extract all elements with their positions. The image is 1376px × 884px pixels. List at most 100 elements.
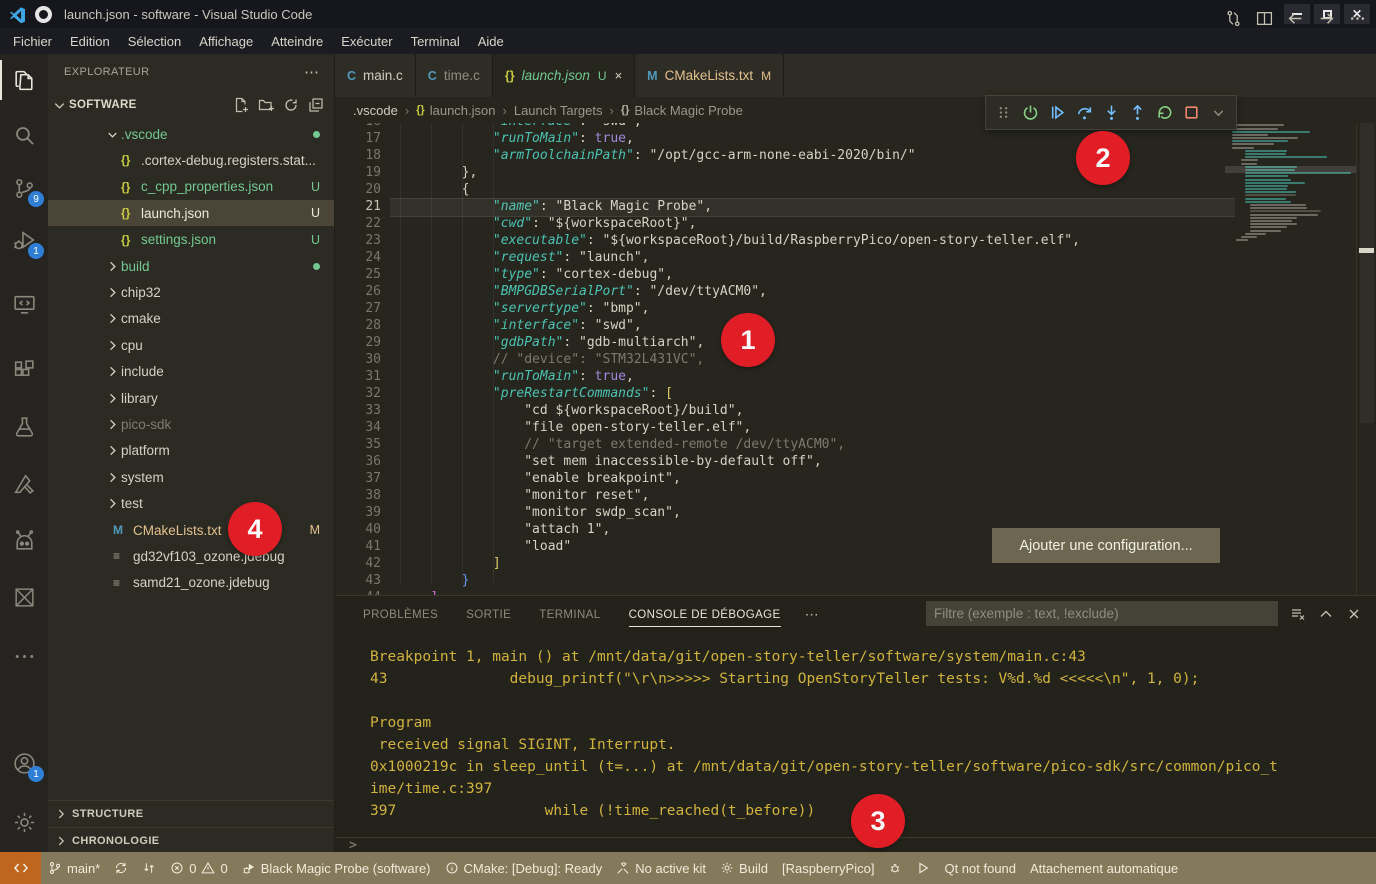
activity-more[interactable]	[0, 632, 48, 680]
debug-gripper-button[interactable]	[990, 99, 1017, 126]
breadcrumb-item[interactable]: {}Black Magic Probe	[621, 103, 743, 118]
tree-item-launch-json[interactable]: {}launch.jsonU	[48, 200, 334, 226]
breadcrumb-item[interactable]: .vscode	[353, 103, 398, 118]
tree-item-gd32vf103-ozone-jdebug[interactable]: ≡gd32vf103_ozone.jdebug	[48, 543, 334, 569]
status-bar: main* 00Black Magic Probe (software)CMake…	[0, 852, 1376, 884]
tab-close-icon[interactable]: ×	[615, 68, 623, 83]
panel-more-icon[interactable]: ⋯	[805, 606, 820, 623]
tab-main-c[interactable]: Cmain.c	[335, 54, 416, 97]
tree-item--cortex-debug-registers-stat-[interactable]: {}.cortex-debug.registers.stat...	[48, 147, 334, 173]
status-bug[interactable]	[881, 861, 909, 875]
tab-launch-json[interactable]: {}launch.jsonU×	[493, 54, 635, 97]
status-build[interactable]: Build	[713, 861, 775, 876]
tree-item-cpu[interactable]: cpu	[48, 332, 334, 358]
split-editor-icon[interactable]	[1256, 10, 1273, 27]
activity-run-debug[interactable]: 1	[0, 216, 48, 264]
panel-tab-probl-mes[interactable]: PROBLÈMES	[363, 596, 438, 633]
status-compare[interactable]	[135, 861, 163, 875]
debug-console-input[interactable]: >	[335, 837, 1376, 853]
navigate-back-icon[interactable]	[1287, 10, 1304, 27]
add-configuration-button[interactable]: Ajouter une configuration...	[992, 528, 1220, 563]
menu-slection[interactable]: Sélection	[119, 31, 190, 52]
panel-tab-console-de-d-bogage[interactable]: CONSOLE DE DÉBOGAGE	[629, 596, 781, 633]
tree-item-chip32[interactable]: chip32	[48, 279, 334, 305]
tree-item-pico-sdk[interactable]: pico-sdk	[48, 411, 334, 437]
debug-step-over-button[interactable]	[1071, 99, 1098, 126]
status-qt-not-found[interactable]: Qt not found	[937, 861, 1023, 876]
activity-installer-box[interactable]	[0, 573, 48, 621]
close-panel-icon[interactable]	[1346, 606, 1362, 622]
section-chronologie[interactable]: CHRONOLOGIE	[48, 827, 334, 854]
breadcrumb-item[interactable]: Launch Targets	[514, 103, 603, 118]
sidebar-more-icon[interactable]: ⋯	[304, 63, 320, 81]
maximize-panel-icon[interactable]	[1318, 606, 1334, 622]
compare-changes-icon[interactable]	[1225, 10, 1242, 27]
clear-console-icon[interactable]	[1290, 606, 1306, 622]
debug-filter-input[interactable]	[926, 601, 1278, 626]
status-sync[interactable]	[107, 861, 135, 875]
activity-design-tool[interactable]	[0, 459, 48, 507]
panel-tab-sortie[interactable]: SORTIE	[466, 596, 511, 633]
panel-tab-terminal[interactable]: TERMINAL	[539, 596, 600, 633]
status-raspberrypico[interactable]: [RaspberryPico]	[775, 861, 881, 876]
tree-item-samd21-ozone-jdebug[interactable]: ≡samd21_ozone.jdebug	[48, 570, 334, 596]
activity-explorer[interactable]	[0, 56, 48, 104]
tree-item-cmake[interactable]: cmake	[48, 306, 334, 332]
code-editor[interactable]: 16 "interface": "swd",17 "runToMain": tr…	[335, 97, 1376, 595]
tab-time-c[interactable]: Ctime.c	[416, 54, 493, 97]
debug-start-button[interactable]	[1017, 99, 1044, 126]
more-actions-icon[interactable]	[1349, 10, 1366, 27]
workspace-section-header[interactable]: SOFTWARE	[48, 90, 334, 120]
tree-item--vscode[interactable]: .vscode	[48, 121, 334, 147]
tab-cmakelists-txt[interactable]: MCMakeLists.txtM	[635, 54, 784, 97]
debug-stop-button[interactable]	[1178, 99, 1205, 126]
activity-account[interactable]: 1	[0, 739, 48, 787]
tree-item-c-cpp-properties-json[interactable]: {}c_cpp_properties.jsonU	[48, 174, 334, 200]
menu-excuter[interactable]: Exécuter	[332, 31, 401, 52]
activity-test-beaker[interactable]	[0, 403, 48, 451]
editor-scrollbar[interactable]	[1356, 97, 1376, 595]
breadcrumb-item[interactable]: {}launch.json	[416, 103, 495, 118]
debug-chevron-down-button[interactable]	[1205, 99, 1232, 126]
menu-fichier[interactable]: Fichier	[4, 31, 61, 52]
section-structure[interactable]: STRUCTURE	[48, 800, 334, 827]
status-main[interactable]: main*	[41, 861, 107, 876]
debug-restart-button[interactable]	[1151, 99, 1178, 126]
tree-item-library[interactable]: library	[48, 385, 334, 411]
tree-item-build[interactable]: build	[48, 253, 334, 279]
tree-item-platform[interactable]: platform	[48, 438, 334, 464]
activity-settings-gear[interactable]	[0, 798, 48, 846]
menu-aide[interactable]: Aide	[469, 31, 513, 52]
remote-indicator[interactable]	[0, 852, 41, 884]
activity-platformio-robot[interactable]	[0, 517, 48, 565]
status-attachement-automatique[interactable]: Attachement automatique	[1023, 861, 1185, 876]
debug-continue-button[interactable]	[1044, 99, 1071, 126]
git-changes-dot	[313, 263, 320, 270]
tree-item-cmakelists-txt[interactable]: MCMakeLists.txtM	[48, 517, 334, 543]
status-0[interactable]: 00	[163, 861, 234, 876]
navigate-forward-icon[interactable]	[1318, 10, 1335, 27]
new-folder-icon[interactable]	[258, 97, 274, 113]
tree-item-include[interactable]: include	[48, 359, 334, 385]
status-no-active-kit[interactable]: No active kit	[609, 861, 713, 876]
menu-atteindre[interactable]: Atteindre	[262, 31, 332, 52]
tree-item-test[interactable]: test	[48, 491, 334, 517]
status-black-magic-probe-software[interactable]: Black Magic Probe (software)	[235, 861, 438, 876]
new-file-icon[interactable]	[233, 97, 249, 113]
activity-remote-explorer[interactable]	[0, 280, 48, 328]
menu-terminal[interactable]: Terminal	[402, 31, 469, 52]
status-cmake-debug-ready[interactable]: CMake: [Debug]: Ready	[438, 861, 610, 876]
status-play[interactable]	[909, 861, 937, 875]
activity-search[interactable]	[0, 111, 48, 159]
debug-step-out-button[interactable]	[1124, 99, 1151, 126]
menu-affichage[interactable]: Affichage	[190, 31, 262, 52]
tree-item-system[interactable]: system	[48, 464, 334, 490]
tree-item-settings-json[interactable]: {}settings.jsonU	[48, 227, 334, 253]
refresh-icon[interactable]	[283, 97, 299, 113]
chevron-down-icon	[105, 127, 121, 142]
activity-source-control[interactable]: 9	[0, 164, 48, 212]
debug-step-into-button[interactable]	[1098, 99, 1125, 126]
menu-edition[interactable]: Edition	[61, 31, 119, 52]
activity-extensions[interactable]	[0, 346, 48, 394]
collapse-all-icon[interactable]	[308, 97, 324, 113]
